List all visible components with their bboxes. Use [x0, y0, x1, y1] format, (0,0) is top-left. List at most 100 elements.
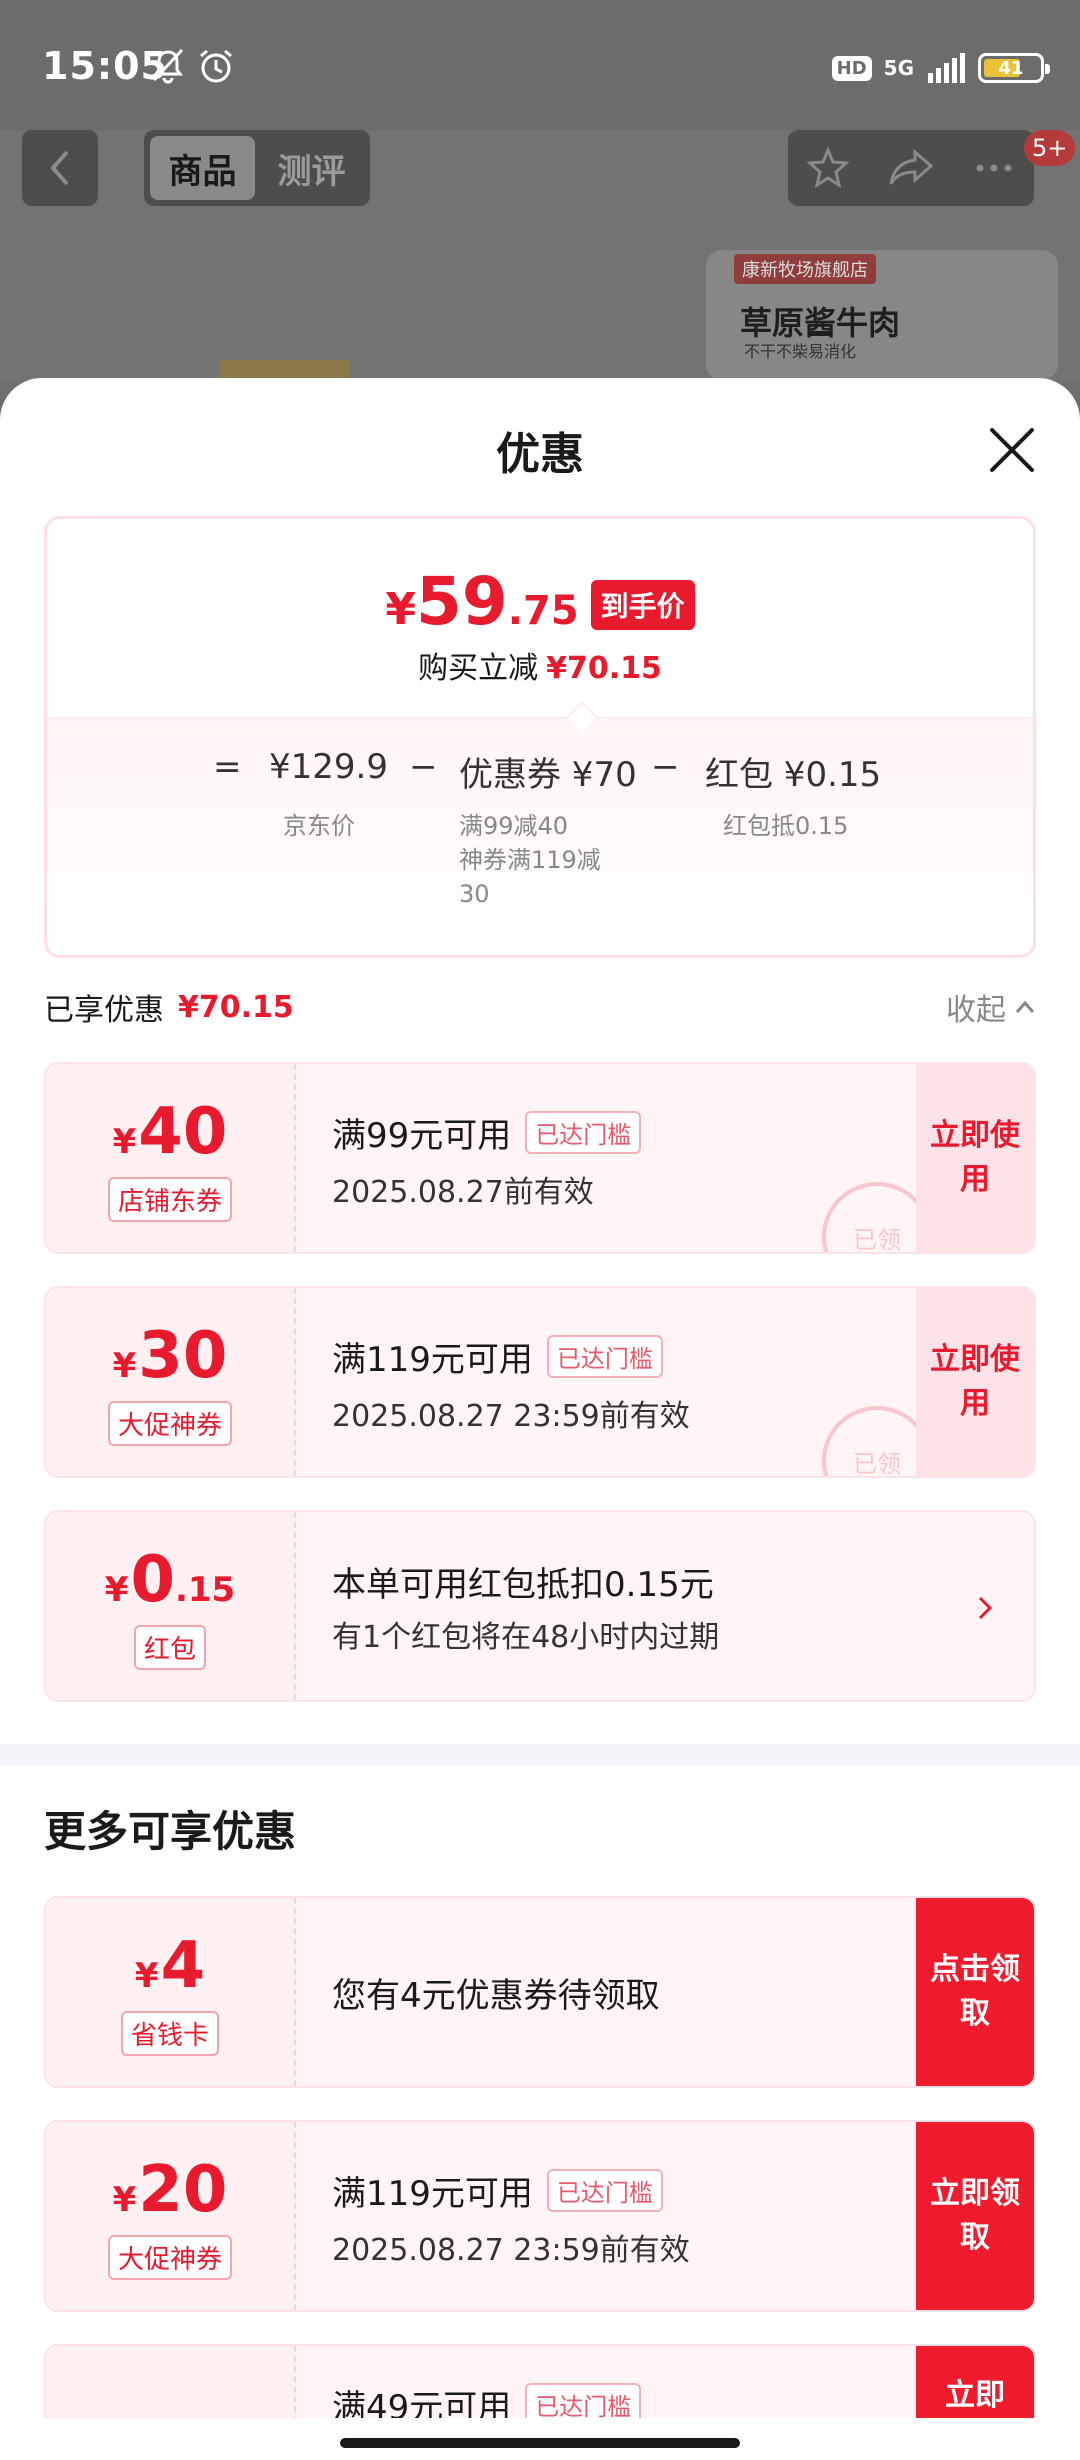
coupon-condition: 满119元可用	[332, 1340, 533, 1380]
status-bar: 15:05 HD 5G 41	[0, 0, 1080, 130]
coupon-detail-3: 30	[459, 880, 490, 908]
threshold-badge: 已达门槛	[546, 2169, 663, 2212]
share-icon[interactable]	[887, 146, 935, 190]
coupon-value: 40	[138, 1094, 228, 1169]
close-icon[interactable]	[984, 422, 1040, 478]
claim-button[interactable]: 立即	[916, 2346, 1034, 2418]
discount-sheet: 优惠 ¥ 59 .75 到手价 购买立减 ¥70.15 = ¥129.9 − 优惠…	[0, 378, 1080, 2418]
final-price: ¥ 59 .75 到手价	[47, 563, 1033, 640]
collapse-button[interactable]: 收起	[946, 985, 1036, 1029]
enjoyed-amount: ¥70.15	[178, 989, 294, 1025]
final-price-tag: 到手价	[590, 580, 695, 630]
offer-amount: ¥ 4	[135, 1929, 205, 2003]
favorite-star-icon[interactable]	[806, 146, 850, 190]
chevron-up-icon	[1015, 1000, 1035, 1013]
more-icon[interactable]	[972, 146, 1016, 190]
price-integer: 59	[415, 563, 508, 640]
sheet-title: 优惠	[496, 429, 584, 480]
offer-currency: ¥	[134, 1955, 159, 1996]
coupon-expiry: 2025.08.27前有效	[332, 1175, 594, 1210]
use-now-button[interactable]: 立即使用	[916, 1288, 1034, 1476]
more-offers-title: 更多可享优惠	[44, 1807, 297, 1856]
chevron-right-icon	[978, 1596, 993, 1620]
coupon-expiry: 2025.08.27 23:59前有效	[332, 1399, 690, 1434]
redpack-title: 本单可用红包抵扣0.15元	[332, 1564, 714, 1605]
coupon-type: 大促神券	[107, 1400, 232, 1446]
price-summary-card: ¥ 59 .75 到手价 购买立减 ¥70.15 = ¥129.9 − 优惠券 ¥…	[44, 516, 1036, 958]
back-button[interactable]	[22, 130, 98, 206]
enjoyed-label: 已享优惠	[44, 993, 164, 1028]
mute-bell-icon	[152, 48, 184, 84]
coupon-condition: 满99元可用	[332, 1116, 512, 1156]
coupon-currency: ¥	[112, 1121, 137, 1162]
alarm-icon	[200, 49, 232, 83]
price-formula: = ¥129.9 − 优惠券 ¥70 − 红包 ¥0.15 京东价 满99减40…	[47, 717, 1033, 955]
formula-minus: −	[651, 747, 680, 787]
coupon-value: 30	[138, 1318, 228, 1393]
product-tabs: 商品 测评	[144, 130, 370, 206]
price-currency: ¥	[385, 584, 416, 635]
price-decimal: .75	[507, 588, 579, 634]
offer-currency: ¥	[112, 2179, 137, 2220]
offer-condition: 满119元可用	[332, 2174, 533, 2214]
offer-condition: 满49元可用	[332, 2388, 512, 2418]
section-divider	[0, 1744, 1080, 1766]
coupon-amount: ¥ 30	[113, 1319, 228, 1393]
network-label: 5G	[883, 56, 914, 80]
formula-base-price: ¥129.9	[269, 747, 388, 787]
offer-value: 4	[160, 1928, 206, 2003]
use-now-button[interactable]: 立即使用	[916, 1064, 1034, 1252]
redpack-amount: ¥ 0 .15	[105, 1543, 235, 1617]
claim-button[interactable]: 点击领取	[916, 1898, 1034, 2086]
threshold-badge: 已达门槛	[525, 2383, 642, 2418]
redpack-decimal: .15	[174, 1569, 236, 1610]
coupon-type: 店铺东券	[107, 1176, 232, 1222]
header-actions	[788, 130, 1034, 206]
instant-discount-label: 购买立减	[418, 651, 539, 686]
offer-card: ¥ 4 省钱卡 您有4元优惠券待领取 点击领取	[44, 1896, 1036, 2088]
offer-value: 20	[138, 2152, 228, 2227]
collapse-label: 收起	[946, 993, 1006, 1028]
back-arrow-icon	[50, 150, 69, 186]
base-price-label: 京东价	[283, 812, 355, 840]
offer-type: 大促神券	[107, 2234, 232, 2280]
offer-type: 省钱卡	[120, 2010, 219, 2056]
redpack-value: 0	[130, 1542, 175, 1617]
coupon-card: ¥ 30 大促神券 满119元可用 已达门槛 2025.08.27 23:59前…	[44, 1286, 1036, 1478]
coupon-card: ¥ 40 店铺东券 满99元可用 已达门槛 2025.08.27前有效 已领 立…	[44, 1062, 1036, 1254]
offer-text: 您有4元优惠券待领取	[332, 1975, 660, 2016]
signal-icon	[928, 53, 965, 83]
threshold-badge: 已达门槛	[525, 1111, 642, 1154]
instant-discount-amount: ¥70.15	[546, 651, 662, 686]
claim-button[interactable]: 立即领取	[916, 2122, 1034, 2310]
formula-equals: =	[213, 747, 242, 787]
coupon-amount: ¥ 40	[113, 1095, 228, 1169]
instant-discount-line: 购买立减 ¥70.15	[47, 643, 1033, 687]
redpack-card[interactable]: ¥ 0 .15 红包 本单可用红包抵扣0.15元 有1个红包将在48小时内过期	[44, 1510, 1036, 1702]
formula-redpack: 红包 ¥0.15	[705, 755, 882, 795]
promo-thumbnail: 康新牧场旗舰店 草原酱牛肉 不干不柴易消化	[706, 250, 1058, 380]
tab-review[interactable]: 测评	[259, 136, 364, 200]
redpack-currency: ¥	[104, 1569, 129, 1610]
promo-store-tag: 康新牧场旗舰店	[734, 254, 876, 284]
offer-card: ¥ 20 大促神券 满119元可用 已达门槛 2025.08.27 23:59前…	[44, 2120, 1036, 2312]
coupon-detail-1: 满99减40	[459, 812, 569, 840]
coupon-currency: ¥	[112, 1345, 137, 1386]
battery-icon: 41	[978, 53, 1050, 83]
home-indicator[interactable]	[340, 2438, 740, 2448]
redpack-detail: 红包抵0.15	[723, 812, 849, 840]
offer-amount: ¥ 20	[113, 2153, 228, 2227]
tab-product[interactable]: 商品	[150, 136, 255, 200]
formula-coupon: 优惠券 ¥70	[459, 755, 637, 795]
formula-minus: −	[409, 747, 438, 787]
redpack-notice: 有1个红包将在48小时内过期	[332, 1619, 720, 1655]
enjoyed-discount-row: 已享优惠 ¥70.15 收起	[44, 982, 1036, 1032]
message-badge: 5+	[1024, 130, 1076, 166]
threshold-badge: 已达门槛	[546, 1335, 663, 1378]
redpack-type: 红包	[133, 1624, 206, 1670]
offer-card: ¥ 10 满49元可用 已达门槛 立即	[44, 2344, 1036, 2418]
promo-subtitle: 不干不柴易消化	[744, 342, 857, 361]
offer-expiry: 2025.08.27 23:59前有效	[332, 2233, 690, 2268]
coupon-detail-2: 神券满119减	[459, 846, 601, 874]
hd-badge: HD	[831, 55, 872, 81]
